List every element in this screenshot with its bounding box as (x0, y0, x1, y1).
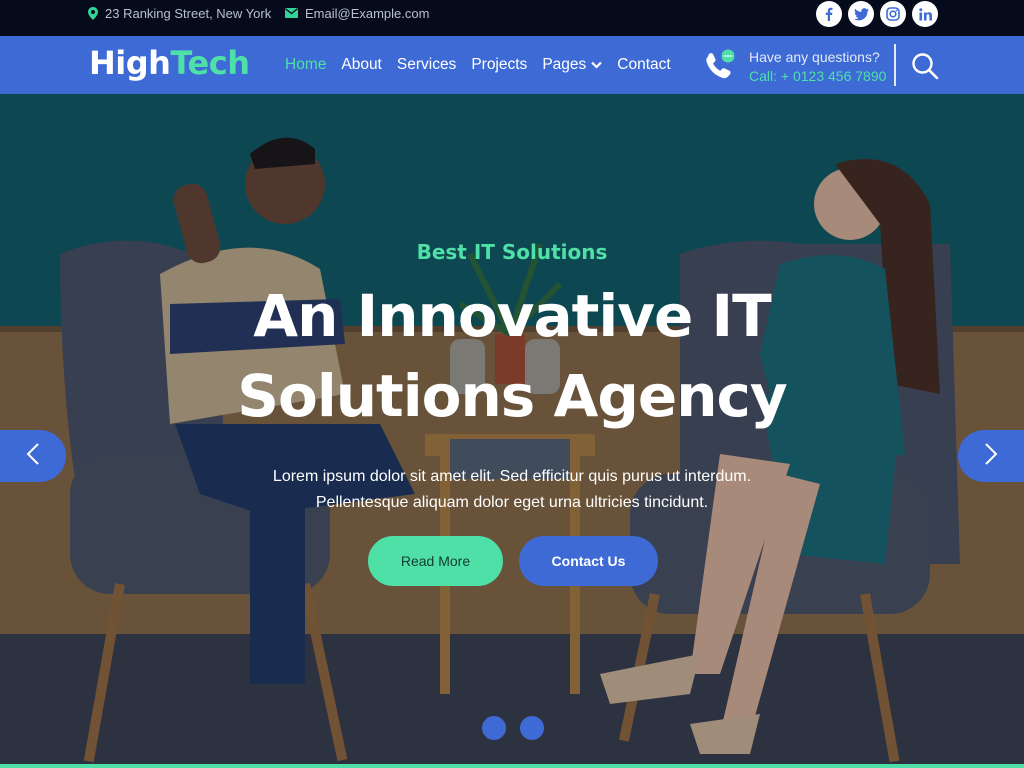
carousel-prev-button[interactable] (0, 430, 66, 482)
carousel-dot-2[interactable] (520, 716, 544, 740)
hero-description-line1: Lorem ipsum dolor sit amet elit. Sed eff… (272, 468, 752, 485)
phone-chat-icon (703, 49, 737, 83)
logo-part-high[interactable]: High (89, 44, 171, 82)
nav-divider (894, 44, 896, 86)
call-text: Have any questions? Call: + 0123 456 789… (749, 49, 886, 84)
envelope-icon (285, 8, 298, 18)
carousel-dot-1[interactable] (482, 716, 506, 740)
twitter-icon[interactable] (848, 1, 874, 27)
hero-description: Lorem ipsum dolor sit amet elit. Sed eff… (160, 464, 864, 516)
address-text: 23 Ranking Street, New York (105, 5, 272, 21)
hero-subtitle: Best IT Solutions (416, 240, 608, 264)
read-more-button[interactable]: Read More (368, 536, 503, 586)
nav-services[interactable]: Services (397, 56, 456, 74)
main-menu: Home About Services Projects Pages Conta… (285, 36, 671, 94)
main-navbar: HighTech Home About Services Projects Pa… (0, 36, 1024, 94)
contact-us-button[interactable]: Contact Us (519, 536, 658, 586)
logo-part-tech[interactable]: Tech (170, 44, 250, 82)
nav-pages-label[interactable]: Pages (542, 56, 586, 74)
carousel-next-button[interactable] (958, 430, 1024, 482)
facebook-icon[interactable] (816, 1, 842, 27)
call-question: Have any questions? (749, 48, 880, 65)
nav-about[interactable]: About (341, 56, 382, 74)
carousel-dots (482, 716, 544, 740)
chevron-down-icon (591, 61, 603, 69)
bottom-accent-line (0, 764, 1024, 768)
email-text[interactable]: Email@Example.com (305, 6, 429, 21)
chevron-left-icon (26, 442, 40, 471)
search-icon[interactable] (911, 52, 939, 80)
nav-home[interactable]: Home (285, 56, 326, 74)
hero-description-line2: Pellentesque aliquam dolor eget urna ult… (315, 494, 709, 511)
chevron-right-icon (984, 442, 998, 471)
email-info[interactable]: Email@Example.com (285, 0, 429, 26)
hero-carousel: Best IT Solutions An Innovative IT Solut… (0, 94, 1024, 768)
instagram-icon[interactable] (880, 1, 906, 27)
linkedin-icon[interactable] (912, 1, 938, 27)
map-marker-icon (88, 6, 98, 20)
address-info: 23 Ranking Street, New York (88, 0, 271, 26)
call-number[interactable]: Call: + 0123 456 7890 (749, 68, 886, 84)
hero-headline: An Innovative IT Solutions Agency (237, 282, 787, 430)
nav-projects[interactable]: Projects (471, 56, 527, 74)
nav-contact[interactable]: Contact (617, 56, 670, 74)
social-links (816, 1, 938, 27)
call-box[interactable]: Have any questions? Call: + 0123 456 789… (703, 44, 886, 88)
nav-pages[interactable]: Pages (542, 56, 603, 74)
top-info-bar: 23 Ranking Street, New York Email@Exampl… (0, 0, 1024, 36)
site-logo[interactable]: HighTech (89, 44, 250, 82)
